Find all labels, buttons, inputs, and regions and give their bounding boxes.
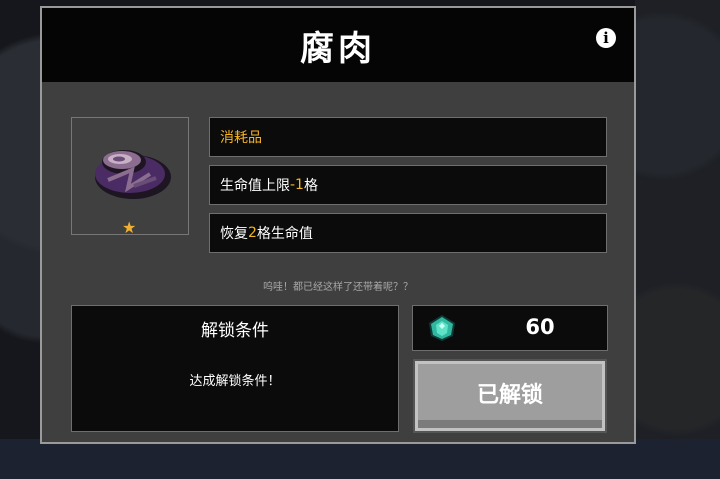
unlock-title: 解锁条件 — [201, 321, 269, 341]
stat-max-hp: 生命值上限 -1 格 — [209, 165, 607, 205]
unlock-description: 达成解锁条件！ — [189, 374, 281, 389]
max-hp-suffix: 格 — [303, 178, 318, 194]
item-type-label: 消耗品 — [220, 130, 262, 146]
background-strip — [0, 439, 720, 479]
max-hp-prefix: 生命值上限 — [220, 178, 290, 194]
heal-prefix: 恢复 — [220, 226, 248, 242]
max-hp-value: -1 — [290, 177, 304, 193]
rotten-meat-icon — [95, 150, 171, 199]
unlock-conditions-panel: 解锁条件 达成解锁条件！ — [71, 305, 399, 432]
stat-heal: 恢复 2 格生命值 — [209, 213, 607, 253]
background-side — [635, 0, 720, 479]
item-title: 腐肉 — [300, 28, 376, 69]
stat-type: 消耗品 — [209, 117, 607, 157]
cost-value: 60 — [525, 315, 555, 339]
cost-box: 60 — [412, 305, 608, 351]
heal-suffix: 格生命值 — [256, 226, 313, 242]
item-detail-dialog: 腐肉 i ★ 消耗品 生命值上限 -1 格 恢复 2 格生命值 呜哇！都已经这样了还带着… — [40, 6, 636, 444]
rarity-star-icon: ★ — [122, 218, 137, 237]
info-icon[interactable]: i — [596, 28, 616, 48]
heal-value: 2 — [248, 225, 257, 241]
item-flavor-text: 呜哇！都已经这样了还带着呢？？ — [263, 282, 413, 293]
unlocked-button[interactable]: 已解锁 — [415, 361, 605, 431]
title-bar: 腐肉 i — [42, 8, 634, 82]
item-icon-box: ★ — [71, 117, 189, 237]
gem-icon — [429, 315, 455, 341]
